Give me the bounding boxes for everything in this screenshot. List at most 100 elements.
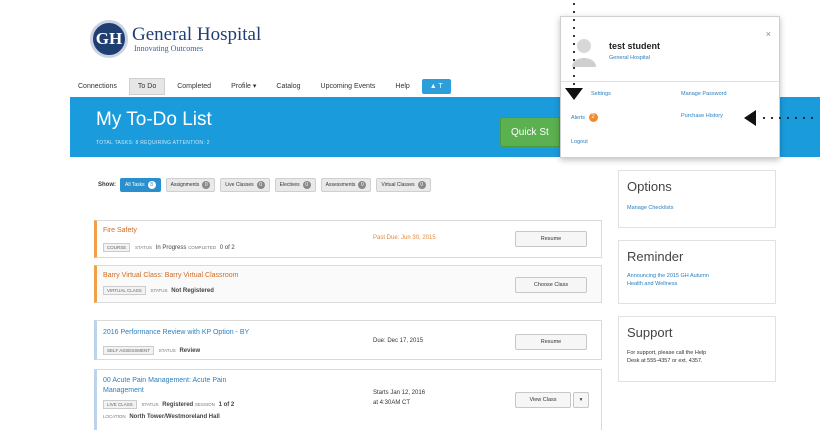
- task-row: Barry Virtual Class: Barry Virtual Class…: [94, 265, 602, 303]
- nav-completed[interactable]: Completed: [169, 79, 219, 94]
- logo-mark: GH: [90, 20, 128, 58]
- task-status: In Progress: [155, 245, 187, 251]
- task-summary: TOTAL TASKS: 8 REQUIRING ATTENTION: 2: [96, 140, 210, 146]
- filter-assessments[interactable]: Assessments 0: [320, 178, 372, 192]
- filter-assignments[interactable]: Assignments 0: [165, 178, 216, 192]
- user-organization[interactable]: General Hospital: [609, 55, 650, 61]
- filter-chip-count: 0: [417, 181, 426, 189]
- filter-chip-label: Virtual Classes: [381, 182, 415, 188]
- page: GH General Hospital Innovating Outcomes …: [70, 0, 820, 430]
- filter-label: Show:: [98, 182, 116, 188]
- alerts-label: Alerts: [571, 114, 586, 121]
- task-status: Registered: [162, 402, 194, 408]
- filter-electives[interactable]: Electives 0: [274, 178, 316, 192]
- status-label: STATUS: [158, 348, 176, 353]
- close-icon[interactable]: ×: [766, 29, 771, 39]
- task-row: 2016 Performance Review with KP Option -…: [94, 320, 602, 360]
- resume-button[interactable]: Resume: [515, 334, 587, 350]
- task-row: 00 Acute Pain Management: Acute Pain Man…: [94, 369, 602, 430]
- nav-help[interactable]: Help: [387, 79, 417, 94]
- task-row: Fire Safety COURSE STATUS In Progress CO…: [94, 220, 602, 258]
- logo-text: General Hospital Innovating Outcomes: [132, 25, 261, 53]
- filter-chip-count: 0: [202, 181, 211, 189]
- nav-todo[interactable]: To Do: [128, 77, 166, 95]
- session-label: SESSION: [194, 402, 215, 407]
- filter-live-classes[interactable]: Live Classes 0: [220, 178, 270, 192]
- divider: [561, 81, 779, 82]
- nav-action-button[interactable]: ▲ T: [421, 78, 451, 94]
- task-location: LOCATION North Tower/Westmoreland Hall: [103, 414, 220, 420]
- reminder-link-line-2[interactable]: Health and Wellness: [627, 281, 677, 287]
- support-text-line-1: For support, please call the Help: [627, 350, 707, 356]
- nav-upcoming-events[interactable]: Upcoming Events: [313, 79, 384, 94]
- task-session: 1 of 2: [218, 402, 235, 408]
- task-start-line-2: at 4:30AM CT: [373, 400, 411, 406]
- filter-chip-count: 0: [302, 181, 311, 189]
- manage-password-link[interactable]: Manage Password: [681, 91, 727, 97]
- quickstart-button[interactable]: Quick St: [500, 117, 560, 147]
- task-type-tag: SELF ASSESSMENT: [103, 346, 155, 355]
- choose-class-button[interactable]: Choose Class: [515, 277, 587, 293]
- task-meta: LIVE CLASS STATUS Registered SESSION 1 o…: [103, 400, 234, 409]
- filter-virtual-classes[interactable]: Virtual Classes 0: [376, 178, 431, 192]
- task-title-line-1[interactable]: 00 Acute Pain Management: Acute Pain: [103, 377, 226, 384]
- user-name: test student: [609, 41, 661, 51]
- nav-profile[interactable]: Profile ▾: [223, 78, 264, 94]
- reminder-card: Reminder Announcing the 2015 GH Autumn H…: [618, 240, 776, 304]
- task-type-tag: COURSE: [103, 243, 131, 252]
- status-label: STATUS: [141, 402, 159, 407]
- task-type-tag: LIVE CLASS: [103, 400, 137, 409]
- logo-tagline: Innovating Outcomes: [134, 44, 204, 53]
- view-class-dropdown[interactable]: ▾: [573, 392, 589, 408]
- task-location-value: North Tower/Westmoreland Hall: [129, 414, 220, 420]
- task-title-line-2[interactable]: Management: [103, 387, 144, 394]
- task-completed: 0 of 2: [219, 245, 235, 251]
- location-label: LOCATION: [103, 414, 126, 419]
- view-class-button[interactable]: View Class: [515, 392, 571, 408]
- dotted-pointer-line: [573, 0, 575, 95]
- settings-link[interactable]: Settings: [591, 91, 611, 97]
- completed-label: COMPLETED: [188, 245, 217, 250]
- filter-chip-label: Assignments: [170, 182, 200, 188]
- reminder-link-line-1[interactable]: Announcing the 2015 GH Autumn: [627, 273, 709, 279]
- task-list-panel: Show: All Tasks 8 Assignments 0 Live Cla…: [94, 175, 602, 430]
- resume-button[interactable]: Resume: [515, 231, 587, 247]
- filter-chip-label: Assessments: [325, 182, 356, 188]
- task-start-line-1: Starts Jan 12, 2016: [373, 390, 426, 396]
- filter-chip-count: 8: [147, 181, 156, 189]
- task-title[interactable]: Barry Virtual Class: Barry Virtual Class…: [103, 272, 239, 279]
- nav-connections[interactable]: Connections: [70, 79, 125, 94]
- support-text-line-2: Desk at 555-4357 or ext. 4357.: [627, 358, 703, 364]
- task-title[interactable]: Fire Safety: [103, 227, 137, 234]
- manage-checklists-link[interactable]: Manage Checklists: [627, 205, 673, 211]
- user-menu-popup: test student General Hospital × Settings…: [560, 16, 780, 158]
- purchase-history-link[interactable]: Purchase History: [681, 113, 723, 119]
- task-status: Not Registered: [171, 288, 214, 294]
- logo[interactable]: GH General Hospital Innovating Outcomes: [90, 20, 261, 58]
- filter-all-tasks[interactable]: All Tasks 8: [120, 178, 161, 192]
- support-card: Support For support, please call the Hel…: [618, 316, 776, 382]
- alerts-link[interactable]: Alerts 2: [571, 113, 598, 122]
- options-title: Options: [627, 179, 672, 194]
- task-title[interactable]: 2016 Performance Review with KP Option -…: [103, 329, 249, 336]
- filter-chip-label: Electives: [279, 182, 300, 188]
- task-status: Review: [179, 348, 201, 354]
- reminder-title: Reminder: [627, 249, 684, 264]
- filter-chip-count: 0: [256, 181, 265, 189]
- filter-chip-label: All Tasks: [125, 182, 145, 188]
- task-filters: Show: All Tasks 8 Assignments 0 Live Cla…: [98, 175, 602, 195]
- alerts-count-badge: 2: [588, 113, 598, 122]
- nav-catalog[interactable]: Catalog: [268, 79, 308, 94]
- task-meta: COURSE STATUS In Progress COMPLETED 0 of…: [103, 243, 235, 252]
- logo-name: General Hospital: [132, 24, 262, 45]
- filter-chip-count: 0: [358, 181, 367, 189]
- logout-link[interactable]: Logout: [571, 139, 588, 145]
- support-title: Support: [627, 325, 673, 340]
- task-meta: SELF ASSESSMENT STATUS Review: [103, 346, 200, 355]
- task-meta: VIRTUAL CLASS STATUS Not Registered: [103, 286, 214, 295]
- task-due: Past Due: Jun 30, 2015: [373, 235, 436, 241]
- arrow-left-icon: [744, 110, 756, 126]
- task-due: Due: Dec 17, 2015: [373, 338, 424, 344]
- status-label: STATUS: [134, 245, 153, 250]
- status-label: STATUS: [150, 288, 168, 293]
